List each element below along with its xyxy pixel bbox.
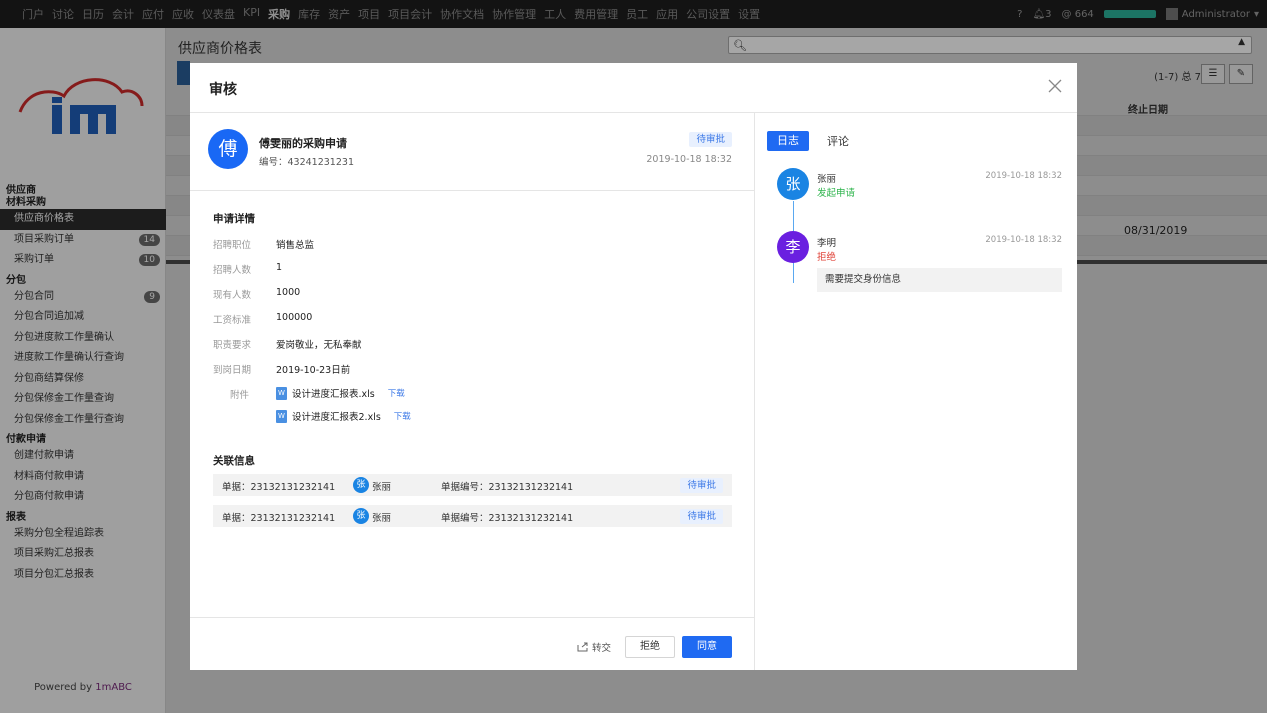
field-requirements: 职责要求 爱岗敬业，无私奉献 (213, 340, 362, 351)
share-icon (577, 642, 588, 652)
transfer-button[interactable]: 转交 (577, 640, 611, 654)
word-file-icon: W (276, 386, 287, 400)
activity-tabs: 日志 评论 (767, 131, 849, 151)
approve-button[interactable]: 同意 (682, 636, 732, 658)
attachment-name[interactable]: 设计进度汇报表2.xls (292, 409, 381, 423)
attachment-item: W 设计进度汇报表2.xls 下载 (276, 409, 411, 423)
field-current-count: 现有人数 1000 (213, 287, 301, 301)
log-time: 2019-10-18 18:32 (985, 235, 1062, 245)
field-headcount: 招聘人数 1 (213, 262, 283, 276)
avatar: 张 (353, 508, 369, 524)
modal-header: 审核 (190, 63, 1077, 113)
review-modal: 审核 傅 傅雯丽的采购申请 编号：43241231231 待审批 2019-10… (190, 63, 1077, 670)
field-start-date: 到岗日期 2019-10-23日前 (213, 365, 351, 376)
avatar: 李 (777, 231, 809, 263)
log-comment: 需要提交身份信息 (817, 268, 1062, 292)
section-title-related: 关联信息 (213, 455, 255, 467)
attachment-name[interactable]: 设计进度汇报表.xls (292, 386, 375, 400)
related-row[interactable]: 单据：23132131232141 张 张丽 单据编号：231321312321… (213, 474, 732, 496)
log-time: 2019-10-18 18:32 (985, 171, 1062, 181)
tab-comments[interactable]: 评论 (827, 133, 849, 149)
request-title: 傅雯丽的采购申请 (259, 137, 347, 150)
section-title-details: 申请详情 (213, 213, 255, 225)
applicant-header: 傅 傅雯丽的采购申请 编号：43241231231 待审批 2019-10-18… (190, 113, 755, 191)
word-file-icon: W (276, 409, 287, 423)
download-link[interactable]: 下载 (394, 410, 411, 422)
status-badge: 待审批 (680, 478, 723, 493)
modal-footer: 转交 拒绝 同意 (190, 617, 755, 670)
reject-button[interactable]: 拒绝 (625, 636, 675, 658)
applicant-avatar: 傅 (208, 129, 248, 169)
download-link[interactable]: 下载 (388, 387, 405, 399)
avatar: 张 (353, 477, 369, 493)
activity-pane: 日志 评论 张 张丽 发起申请 2019-10-18 18:32 李 李明 拒绝… (756, 113, 1077, 670)
related-row[interactable]: 单据：23132131232141 张 张丽 单据编号：231321312321… (213, 505, 732, 527)
request-time: 2019-10-18 18:32 (646, 154, 732, 165)
field-position: 招聘职位 销售总监 (213, 240, 315, 251)
attachments-label: 附件 (230, 390, 250, 401)
detail-pane: 傅 傅雯丽的采购申请 编号：43241231231 待审批 2019-10-18… (190, 113, 755, 670)
attachment-item: W 设计进度汇报表.xls 下载 (276, 386, 405, 400)
field-salary: 工资标准 100000 (213, 312, 313, 326)
tab-log[interactable]: 日志 (767, 131, 809, 151)
log-author: 张丽 (817, 174, 837, 185)
log-action: 发起申请 (817, 188, 856, 199)
modal-title: 审核 (209, 82, 237, 98)
log-author: 李明 (817, 238, 837, 249)
close-icon[interactable] (1047, 78, 1063, 94)
status-badge: 待审批 (680, 509, 723, 524)
log-action: 拒绝 (817, 252, 837, 263)
avatar: 张 (777, 168, 809, 200)
status-badge: 待审批 (689, 132, 732, 147)
request-number: 编号：43241231231 (259, 157, 354, 168)
